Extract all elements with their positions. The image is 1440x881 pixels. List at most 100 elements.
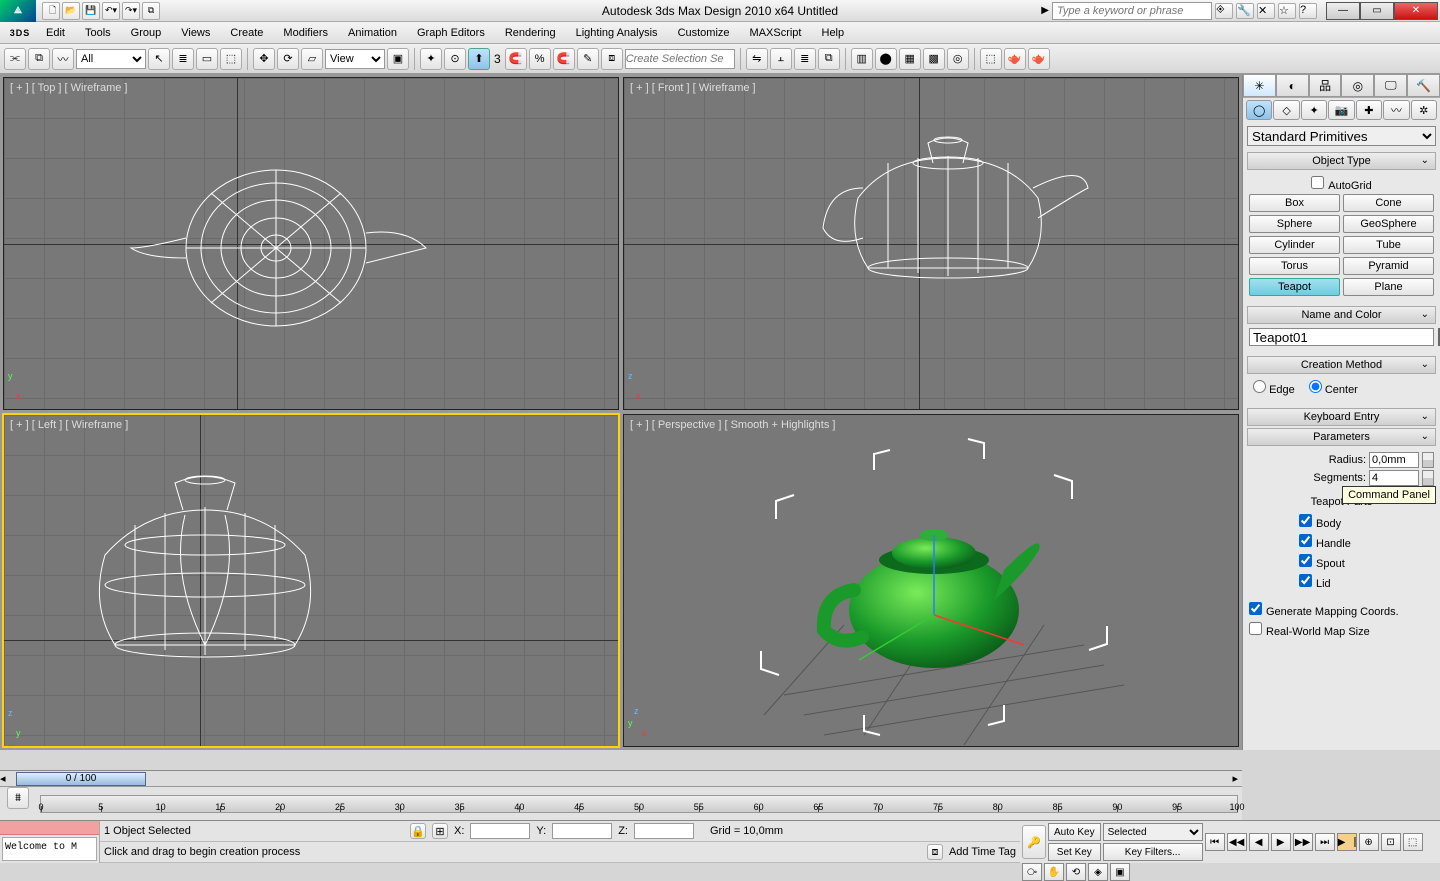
menu-maxscript[interactable]: MAXScript bbox=[740, 24, 812, 42]
rotate-tool-icon[interactable]: ⟳ bbox=[277, 48, 299, 70]
new-icon[interactable]: 🗋 bbox=[42, 2, 60, 20]
maxscript-listener[interactable]: Welcome to M bbox=[2, 837, 97, 861]
add-time-tag[interactable]: Add Time Tag bbox=[949, 846, 1016, 858]
set-key-button[interactable]: Set Key bbox=[1048, 843, 1101, 861]
space-warps-subtab-icon[interactable]: 〰 bbox=[1383, 100, 1409, 120]
hierarchy-tab-icon[interactable]: 品 bbox=[1309, 74, 1342, 97]
render-production-icon[interactable]: ⬚ bbox=[980, 48, 1002, 70]
menu-animation[interactable]: Animation bbox=[338, 24, 407, 42]
viewport-front[interactable]: [ + ] [ Front ] [ Wireframe ] x z bbox=[623, 77, 1239, 410]
viewport-top-label[interactable]: [ + ] [ Top ] [ Wireframe ] bbox=[10, 82, 127, 94]
named-sel-edit-icon[interactable]: ⧈ bbox=[601, 48, 623, 70]
star-icon[interactable]: ☆ bbox=[1278, 3, 1296, 19]
systems-subtab-icon[interactable]: ✲ bbox=[1411, 100, 1437, 120]
menu-create[interactable]: Create bbox=[220, 24, 273, 42]
mini-curve-icon[interactable]: ⩩ bbox=[7, 787, 29, 809]
modify-tab-icon[interactable]: ◐ bbox=[1276, 74, 1309, 97]
unlink-tool-icon[interactable]: ⧉ bbox=[28, 48, 50, 70]
shapes-subtab-icon[interactable]: ◇ bbox=[1273, 100, 1299, 120]
lid-checkbox[interactable] bbox=[1299, 574, 1312, 587]
percent-snap-icon[interactable]: % bbox=[529, 48, 551, 70]
schematic-icon[interactable]: ▥ bbox=[851, 48, 873, 70]
next-key-icon[interactable]: ▶▶ bbox=[1293, 833, 1313, 851]
viewport-persp-label[interactable]: [ + ] [ Perspective ] [ Smooth + Highlig… bbox=[630, 419, 835, 431]
create-tab-icon[interactable]: ✳ bbox=[1243, 74, 1276, 97]
mirror-icon[interactable]: ⇋ bbox=[746, 48, 768, 70]
help-icon[interactable]: ? bbox=[1299, 3, 1317, 19]
material-editor-icon[interactable]: ⬤ bbox=[875, 48, 897, 70]
time-slider[interactable]: 0 / 100 bbox=[16, 772, 146, 786]
play-icon[interactable]: ▶ bbox=[1271, 833, 1291, 851]
viewport-left-label[interactable]: [ + ] [ Left ] [ Wireframe ] bbox=[10, 419, 128, 431]
wrench-icon[interactable]: 🔧 bbox=[1236, 3, 1254, 19]
goto-start-icon[interactable]: ⏮ bbox=[1205, 833, 1225, 851]
spinner-snap-icon[interactable]: 🧲 bbox=[553, 48, 575, 70]
motion-tab-icon[interactable]: ◎ bbox=[1341, 74, 1374, 97]
gen-mapping-checkbox[interactable] bbox=[1249, 602, 1262, 615]
curve-editor-icon[interactable]: ⧉ bbox=[818, 48, 840, 70]
help-search-input[interactable] bbox=[1052, 2, 1212, 20]
lights-subtab-icon[interactable]: ✦ bbox=[1301, 100, 1327, 120]
pivot-icon[interactable]: ▣ bbox=[387, 48, 409, 70]
named-selection-input[interactable] bbox=[625, 49, 735, 69]
body-checkbox[interactable] bbox=[1299, 514, 1312, 527]
segments-input[interactable] bbox=[1369, 470, 1419, 486]
render-setup-icon[interactable]: ▦ bbox=[899, 48, 921, 70]
menu-views[interactable]: Views bbox=[171, 24, 220, 42]
render-icon[interactable]: ◎ bbox=[947, 48, 969, 70]
set-key-mode-icon[interactable]: 🔑 bbox=[1022, 825, 1046, 859]
search-icon[interactable]: 🞚 bbox=[1215, 3, 1233, 19]
auto-key-button[interactable]: Auto Key bbox=[1048, 823, 1101, 841]
prev-frame-icon[interactable]: ◀◀ bbox=[1227, 833, 1247, 851]
box-button[interactable]: Box bbox=[1249, 194, 1340, 212]
viewport-perspective[interactable]: [ + ] [ Perspective ] [ Smooth + Highlig… bbox=[623, 414, 1239, 747]
x-input[interactable] bbox=[470, 823, 530, 839]
menu-edit[interactable]: Edit bbox=[36, 24, 75, 42]
menu-modifiers[interactable]: Modifiers bbox=[273, 24, 338, 42]
autogrid-checkbox[interactable] bbox=[1311, 176, 1324, 189]
coord-mode-icon[interactable]: ⊞ bbox=[432, 823, 448, 839]
menu-lighting-analysis[interactable]: Lighting Analysis bbox=[566, 24, 668, 42]
app-icon[interactable]: ⟁ bbox=[0, 0, 36, 22]
nav-maximize-icon[interactable]: ▣ bbox=[1110, 863, 1130, 881]
move-tool-icon[interactable]: ✥ bbox=[253, 48, 275, 70]
time-tag-icon[interactable]: ⧈ bbox=[927, 844, 943, 860]
selection-filter-select[interactable]: All bbox=[76, 49, 146, 69]
geosphere-button[interactable]: GeoSphere bbox=[1343, 215, 1434, 233]
handle-checkbox[interactable] bbox=[1299, 534, 1312, 547]
menu-group[interactable]: Group bbox=[121, 24, 172, 42]
cone-button[interactable]: Cone bbox=[1343, 194, 1434, 212]
undo-icon[interactable]: ↶▾ bbox=[102, 2, 120, 20]
menu-customize[interactable]: Customize bbox=[668, 24, 740, 42]
menu-tools[interactable]: Tools bbox=[75, 24, 121, 42]
spout-checkbox[interactable] bbox=[1299, 554, 1312, 567]
goto-end-icon[interactable]: ⏭ bbox=[1315, 833, 1335, 851]
teapot-render-icon[interactable]: 🫖 bbox=[1004, 48, 1026, 70]
cameras-subtab-icon[interactable]: 📷 bbox=[1328, 100, 1354, 120]
object-name-input[interactable] bbox=[1249, 328, 1434, 346]
cylinder-button[interactable]: Cylinder bbox=[1249, 236, 1340, 254]
lock-icon[interactable]: 🔒 bbox=[410, 823, 426, 839]
track-bar[interactable]: ◂ 0 / 100 ▸ bbox=[0, 770, 1242, 786]
timeline-ruler[interactable]: 0510152025303540455055606570758085909510… bbox=[40, 795, 1238, 813]
manipulate-icon[interactable]: ✦ bbox=[420, 48, 442, 70]
snaps-toggle-icon[interactable]: ⬆ bbox=[468, 48, 490, 70]
rollout-parameters[interactable]: Parameters bbox=[1247, 428, 1436, 446]
z-input[interactable] bbox=[634, 823, 694, 839]
radius-input[interactable] bbox=[1369, 452, 1419, 468]
render-frame-icon[interactable]: ▩ bbox=[923, 48, 945, 70]
rollout-keyboard-entry[interactable]: Keyboard Entry bbox=[1247, 408, 1436, 426]
edit-named-sel-icon[interactable]: ✎ bbox=[577, 48, 599, 70]
teapot-quick-icon[interactable]: 🫖 bbox=[1028, 48, 1050, 70]
maximize-button[interactable]: ▭ bbox=[1360, 2, 1394, 20]
align-icon[interactable]: ⫠ bbox=[770, 48, 792, 70]
nav-region-icon[interactable]: ⬚ bbox=[1403, 833, 1423, 851]
menu-graph-editors[interactable]: Graph Editors bbox=[407, 24, 495, 42]
viewport-left[interactable]: [ + ] [ Left ] [ Wireframe ] y z bbox=[3, 414, 619, 747]
rollout-creation-method[interactable]: Creation Method bbox=[1247, 356, 1436, 374]
viewport-front-label[interactable]: [ + ] [ Front ] [ Wireframe ] bbox=[630, 82, 756, 94]
helpers-subtab-icon[interactable]: ✚ bbox=[1356, 100, 1382, 120]
nav-zoom-all-icon[interactable]: ⊡ bbox=[1381, 833, 1401, 851]
close-button[interactable]: ✕ bbox=[1394, 2, 1438, 20]
geometry-subtab-icon[interactable]: ◯ bbox=[1246, 100, 1272, 120]
